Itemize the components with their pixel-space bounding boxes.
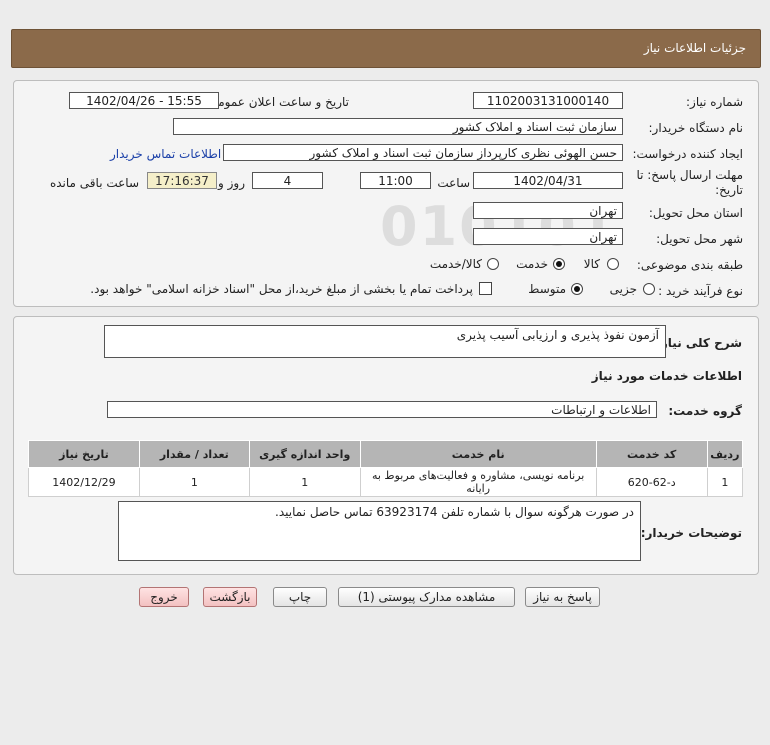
province-label: استان محل تحویل:	[648, 206, 743, 220]
buyer-org-label: نام دستگاه خریدار:	[648, 121, 744, 135]
category-goods-service-radio[interactable]	[487, 258, 499, 270]
col-service-code: کد خدمت	[595, 440, 708, 468]
cell-service-code: د-62-620	[595, 467, 708, 497]
col-quantity: تعداد / مقدار	[138, 440, 250, 468]
category-label: طبقه بندی موضوعی:	[636, 258, 743, 272]
city-label: شهر محل تحویل:	[656, 232, 743, 246]
remaining-time-field: 17:16:37	[147, 172, 217, 189]
page-title: جزئیات اطلاعات نیاز	[643, 41, 746, 55]
general-desc-field: آزمون نفوذ پذیری و ارزیابی آسیب پذیری	[104, 325, 666, 358]
process-minor-radio[interactable]	[643, 283, 655, 295]
announce-label: تاریخ و ساعت اعلان عمومی:	[204, 95, 349, 109]
treasury-payment-note: پرداخت تمام یا بخشی از مبلغ خرید،از محل …	[90, 282, 473, 296]
buyer-contact-link[interactable]: اطلاعات تماس خریدار	[110, 147, 221, 161]
category-goods-label: کالا	[583, 257, 600, 271]
col-need-date: تاریخ نیاز	[28, 440, 140, 468]
cell-need-date: 1402/12/29	[28, 467, 140, 497]
exit-button[interactable]: خروج	[139, 587, 189, 607]
deadline-label-2: تاریخ:	[715, 183, 743, 197]
attachments-button[interactable]: مشاهده مدارک پیوستی (1)	[338, 587, 515, 607]
remaining-time-label: ساعت باقی مانده	[49, 176, 139, 190]
print-button[interactable]: چاپ	[273, 587, 327, 607]
need-number-field: 1102003131000140	[473, 92, 623, 109]
deadline-time-label: ساعت	[437, 176, 470, 190]
general-desc-label: شرح کلی نیاز:	[656, 336, 742, 350]
deadline-date-field: 1402/04/31	[473, 172, 623, 189]
days-label: روز و	[218, 176, 245, 190]
treasury-payment-checkbox[interactable]	[479, 282, 492, 295]
requester-field: حسن الهوئی نظری کارپرداز سازمان ثبت اسنا…	[223, 144, 623, 161]
col-row: ردیف	[706, 440, 744, 468]
city-field: تهران	[473, 228, 623, 245]
process-medium-radio[interactable]	[571, 283, 583, 295]
process-minor-label: جزیی	[609, 282, 637, 296]
service-group-field: اطلاعات و ارتباطات	[107, 401, 657, 418]
buyer-notes-field: در صورت هرگونه سوال با شماره تلفن 639231…	[118, 501, 641, 561]
category-service-radio[interactable]	[553, 258, 565, 270]
service-group-label: گروه خدمت:	[668, 404, 742, 418]
process-medium-label: متوسط	[528, 282, 566, 296]
requester-label: ایجاد کننده درخواست:	[632, 147, 743, 161]
cell-quantity: 1	[138, 467, 250, 497]
category-goods-service-label: کالا/خدمت	[429, 257, 482, 271]
back-button[interactable]: بازگشت	[203, 587, 257, 607]
deadline-time-field: 11:00	[360, 172, 431, 189]
col-unit: واحد اندازه گیری	[248, 440, 361, 468]
category-service-label: خدمت	[516, 257, 548, 271]
page-header: جزئیات اطلاعات نیاز	[11, 29, 761, 68]
buyer-notes-label: توضیحات خریدار:	[640, 526, 742, 540]
announce-field: 1402/04/26 - 15:55	[69, 92, 219, 109]
cell-service-name: برنامه نویسی، مشاوره و فعالیت‌های مربوط …	[359, 467, 597, 497]
buyer-org-field: سازمان ثبت اسناد و املاک کشور	[173, 118, 623, 135]
services-info-title: اطلاعات خدمات مورد نیاز	[591, 369, 742, 383]
province-field: تهران	[473, 202, 623, 219]
days-field: 4	[252, 172, 323, 189]
reply-button[interactable]: پاسخ به نیاز	[525, 587, 600, 607]
category-goods-radio[interactable]	[607, 258, 619, 270]
col-service-name: نام خدمت	[359, 440, 597, 468]
table-header-row: ردیف کد خدمت نام خدمت واحد اندازه گیری ت…	[28, 440, 744, 468]
table-row: 1 د-62-620 برنامه نویسی، مشاوره و فعالیت…	[28, 467, 744, 497]
cell-row: 1	[706, 467, 744, 497]
cell-unit: 1	[248, 467, 361, 497]
details-panel	[13, 80, 759, 307]
need-number-label: شماره نیاز:	[686, 95, 743, 109]
services-table: ردیف کد خدمت نام خدمت واحد اندازه گیری ت…	[28, 440, 744, 497]
process-label: نوع فرآیند خرید :	[658, 284, 743, 298]
deadline-label: مهلت ارسال پاسخ: تا	[636, 168, 743, 182]
